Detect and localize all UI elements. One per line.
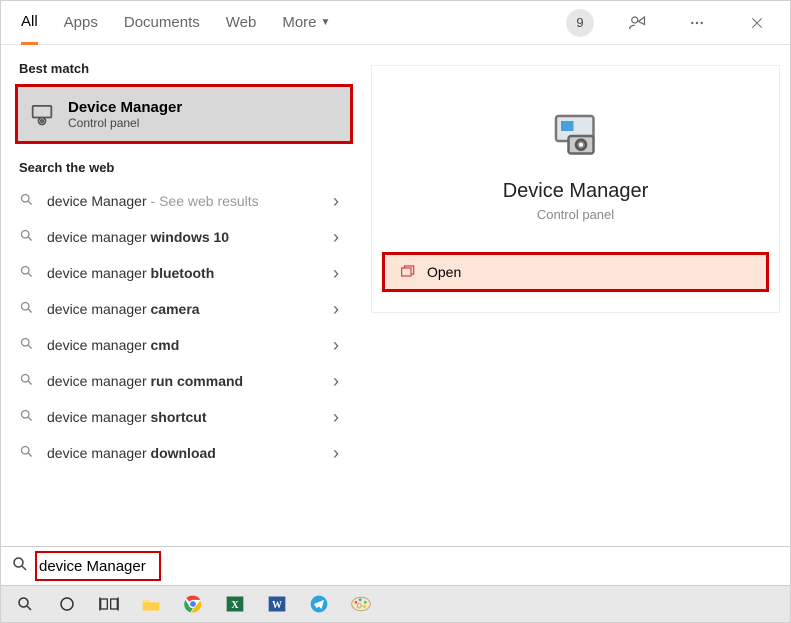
taskbar-paint-icon[interactable] [343, 587, 379, 621]
search-tabs: All Apps Documents Web More ▼ 9 [1, 1, 790, 45]
taskbar-search-icon[interactable] [7, 587, 43, 621]
web-result-item[interactable]: device manager run command › [1, 363, 361, 399]
tab-more[interactable]: More ▼ [282, 1, 330, 45]
preview-title: Device Manager [372, 180, 779, 203]
taskbar: X W [1, 586, 790, 622]
web-result-text: device manager shortcut [47, 409, 321, 425]
best-match-label: Best match [1, 55, 361, 84]
taskbar-chrome-icon[interactable] [175, 587, 211, 621]
chevron-right-icon: › [333, 443, 339, 464]
search-icon [19, 264, 35, 283]
search-icon [19, 300, 35, 319]
taskbar-telegram-icon[interactable] [301, 587, 337, 621]
web-result-item[interactable]: device Manager - See web results › [1, 183, 361, 219]
open-action[interactable]: Open [382, 252, 769, 292]
svg-text:X: X [231, 600, 239, 611]
best-match-subtitle: Control panel [68, 116, 182, 130]
web-result-text: device manager bluetooth [47, 265, 321, 281]
search-icon [19, 336, 35, 355]
web-result-item[interactable]: device manager download › [1, 435, 361, 471]
svg-text:W: W [272, 600, 282, 611]
tab-documents[interactable]: Documents [124, 1, 200, 45]
preview-pane: Device Manager Control panel Open [371, 65, 780, 313]
chevron-down-icon: ▼ [321, 17, 331, 28]
chevron-right-icon: › [333, 299, 339, 320]
search-web-label: Search the web [1, 154, 361, 183]
feedback-icon[interactable] [620, 6, 654, 40]
search-icon [19, 192, 35, 211]
taskbar-cortana-icon[interactable] [49, 587, 85, 621]
web-result-text: device manager cmd [47, 337, 321, 353]
chevron-right-icon: › [333, 263, 339, 284]
open-label: Open [427, 264, 461, 280]
close-icon[interactable] [740, 6, 774, 40]
preview-subtitle: Control panel [372, 207, 779, 222]
chevron-right-icon: › [333, 371, 339, 392]
best-match-title: Device Manager [68, 99, 182, 116]
web-result-text: device manager windows 10 [47, 229, 321, 245]
search-icon [19, 444, 35, 463]
web-result-text: device Manager - See web results [47, 193, 321, 209]
tab-web[interactable]: Web [226, 1, 257, 45]
tab-all[interactable]: All [21, 1, 38, 45]
web-result-item[interactable]: device manager camera › [1, 291, 361, 327]
taskbar-excel-icon[interactable]: X [217, 587, 253, 621]
open-icon [399, 264, 415, 280]
taskbar-word-icon[interactable]: W [259, 587, 295, 621]
tab-apps[interactable]: Apps [64, 1, 98, 45]
chevron-right-icon: › [333, 335, 339, 356]
web-result-item[interactable]: device manager cmd › [1, 327, 361, 363]
device-manager-large-icon [546, 106, 606, 166]
search-icon [11, 555, 29, 578]
web-result-item[interactable]: device manager shortcut › [1, 399, 361, 435]
search-icon [19, 372, 35, 391]
web-result-item[interactable]: device manager windows 10 › [1, 219, 361, 255]
web-result-text: device manager download [47, 445, 321, 461]
search-row [1, 546, 790, 586]
search-input[interactable] [39, 547, 786, 585]
web-result-text: device manager run command [47, 373, 321, 389]
taskbar-explorer-icon[interactable] [133, 587, 169, 621]
tab-more-label: More [282, 14, 316, 31]
web-result-item[interactable]: device manager bluetooth › [1, 255, 361, 291]
taskbar-taskview-icon[interactable] [91, 587, 127, 621]
search-icon [19, 228, 35, 247]
chevron-right-icon: › [333, 191, 339, 212]
search-icon [19, 408, 35, 427]
device-manager-icon [28, 100, 56, 128]
options-icon[interactable] [680, 6, 714, 40]
web-result-text: device manager camera [47, 301, 321, 317]
best-match-item[interactable]: Device Manager Control panel [15, 84, 353, 144]
chevron-right-icon: › [333, 407, 339, 428]
rewards-badge[interactable]: 9 [566, 9, 594, 37]
chevron-right-icon: › [333, 227, 339, 248]
